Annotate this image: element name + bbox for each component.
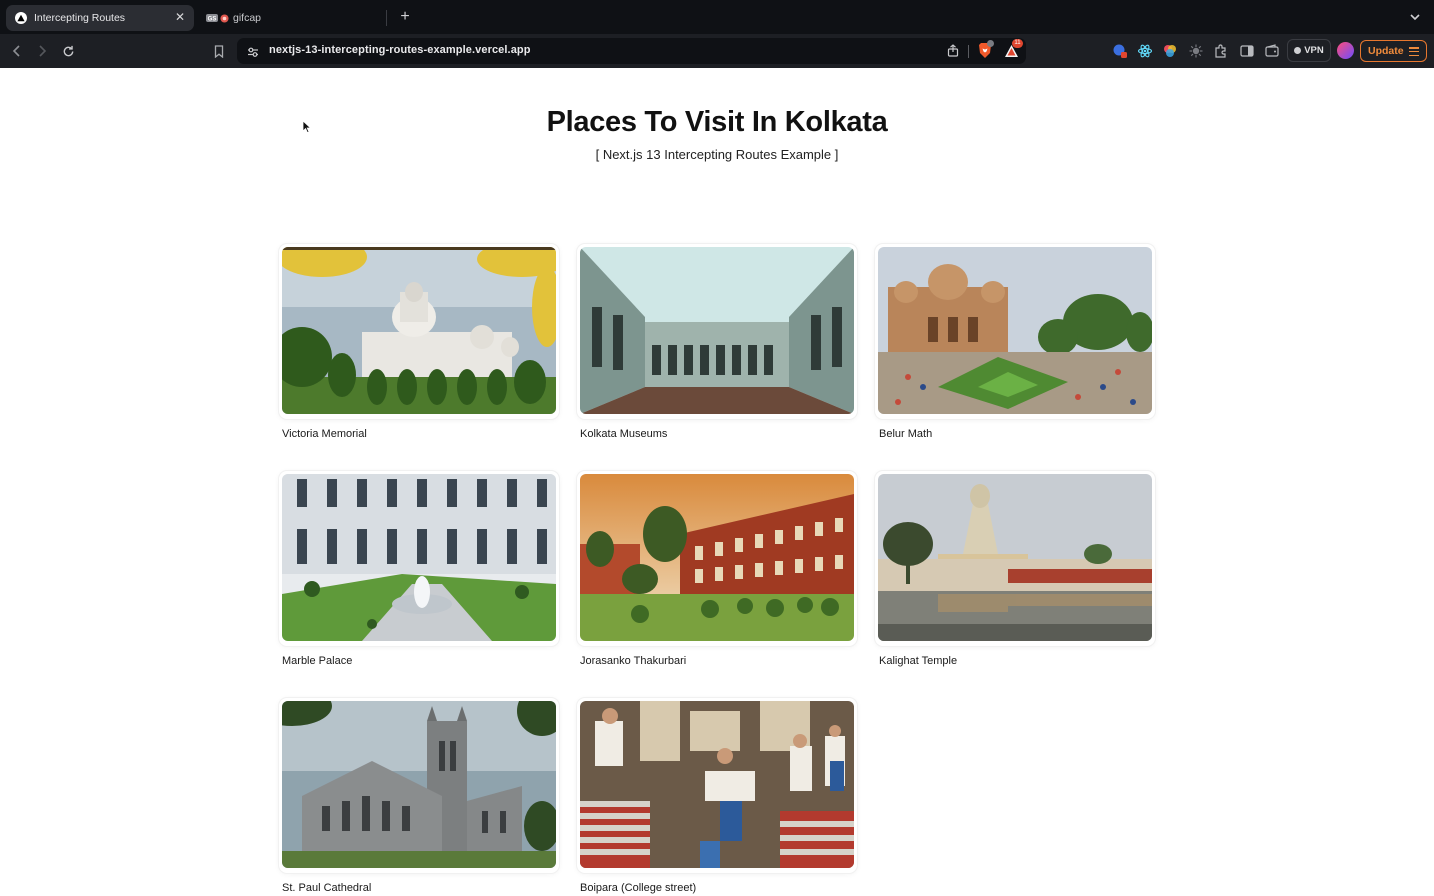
close-tab-icon[interactable]: ✕ <box>174 11 186 23</box>
place-name[interactable]: Marble Palace <box>282 655 352 667</box>
share-icon[interactable] <box>947 44 959 62</box>
mouse-cursor-icon <box>302 120 312 134</box>
url-text[interactable]: nextjs-13-intercepting-routes-example.ve… <box>269 44 531 56</box>
extensions-puzzle-icon[interactable] <box>1213 43 1229 59</box>
address-bar[interactable]: nextjs-13-intercepting-routes-example.ve… <box>237 38 1026 64</box>
page-title: Places To Visit In Kolkata <box>546 106 888 138</box>
place-card-belur-math[interactable] <box>875 244 1155 419</box>
back-arrow-icon[interactable] <box>8 42 26 60</box>
react-devtools-icon[interactable] <box>1137 43 1153 59</box>
belur-math-photo <box>878 247 1152 414</box>
tab-separator <box>386 10 387 26</box>
tab-intercepting-routes[interactable]: Intercepting Routes ✕ <box>6 5 194 31</box>
update-label: Update <box>1368 45 1404 57</box>
place-card-kolkata-museums[interactable] <box>577 244 857 419</box>
rewards-badge: 11 <box>1012 39 1023 48</box>
vpn-button[interactable]: VPN <box>1287 39 1331 62</box>
tab-title: Intercepting Routes <box>34 12 126 24</box>
place-name[interactable]: Boipara (College street) <box>580 882 696 894</box>
jorasanko-thakurbari-photo <box>580 474 854 641</box>
place-name[interactable]: St. Paul Cathedral <box>282 882 371 894</box>
kalighat-temple-photo <box>878 474 1152 641</box>
page-content: Places To Visit In Kolkata [ Next.js 13 … <box>0 68 1434 896</box>
site-settings-icon[interactable] <box>247 45 259 63</box>
color-picker-extension-icon[interactable] <box>1162 43 1178 59</box>
svg-text:GS: GS <box>208 17 217 23</box>
reload-icon[interactable] <box>59 42 77 60</box>
wallet-icon[interactable] <box>1264 43 1280 59</box>
place-card-kalighat-temple[interactable] <box>875 471 1155 646</box>
page-subtitle: [ Next.js 13 Intercepting Routes Example… <box>595 147 839 162</box>
place-card-jorasanko-thakurbari[interactable] <box>577 471 857 646</box>
kolkata-museum-photo <box>580 247 854 414</box>
place-name[interactable]: Jorasanko Thakurbari <box>580 655 686 667</box>
hamburger-menu-icon <box>1409 47 1419 58</box>
victoria-memorial-photo <box>282 247 556 414</box>
vercel-favicon-icon <box>15 12 27 24</box>
bug-extension-icon[interactable] <box>1188 43 1204 59</box>
place-card-st-paul-cathedral[interactable] <box>279 698 559 873</box>
update-button[interactable]: Update <box>1360 40 1427 62</box>
place-card-victoria-memorial[interactable] <box>279 244 559 419</box>
tab-gifcap[interactable]: GS gifcap <box>200 5 386 31</box>
place-name[interactable]: Kalighat Temple <box>879 655 957 667</box>
place-name[interactable]: Kolkata Museums <box>580 428 667 440</box>
bookmark-icon[interactable] <box>210 42 228 60</box>
profile-avatar[interactable] <box>1337 42 1354 59</box>
tab-search-chevron-down-icon[interactable] <box>1408 10 1422 24</box>
place-name[interactable]: Victoria Memorial <box>282 428 367 440</box>
place-name[interactable]: Belur Math <box>879 428 932 440</box>
browser-tab-bar: Intercepting Routes ✕ GS gifcap + <box>0 0 1434 34</box>
gifcap-favicon-icon: GS <box>206 13 229 23</box>
vpn-status-dot-icon <box>1294 47 1302 54</box>
browser-toolbar: nextjs-13-intercepting-routes-example.ve… <box>0 34 1434 68</box>
new-tab-plus-icon[interactable]: + <box>397 9 413 25</box>
tab-title: gifcap <box>233 12 262 24</box>
forward-arrow-icon[interactable] <box>33 42 51 60</box>
sidebar-toggle-icon[interactable] <box>1239 43 1255 59</box>
shields-count-badge <box>987 40 994 47</box>
vpn-label: VPN <box>1304 45 1324 56</box>
place-card-boipara[interactable] <box>577 698 857 873</box>
urlbar-divider <box>968 45 969 58</box>
marble-palace-photo <box>282 474 556 641</box>
st-paul-cathedral-photo <box>282 701 556 868</box>
extension-globe-icon[interactable] <box>1112 43 1128 59</box>
place-card-marble-palace[interactable] <box>279 471 559 646</box>
boipara-photo <box>580 701 854 868</box>
